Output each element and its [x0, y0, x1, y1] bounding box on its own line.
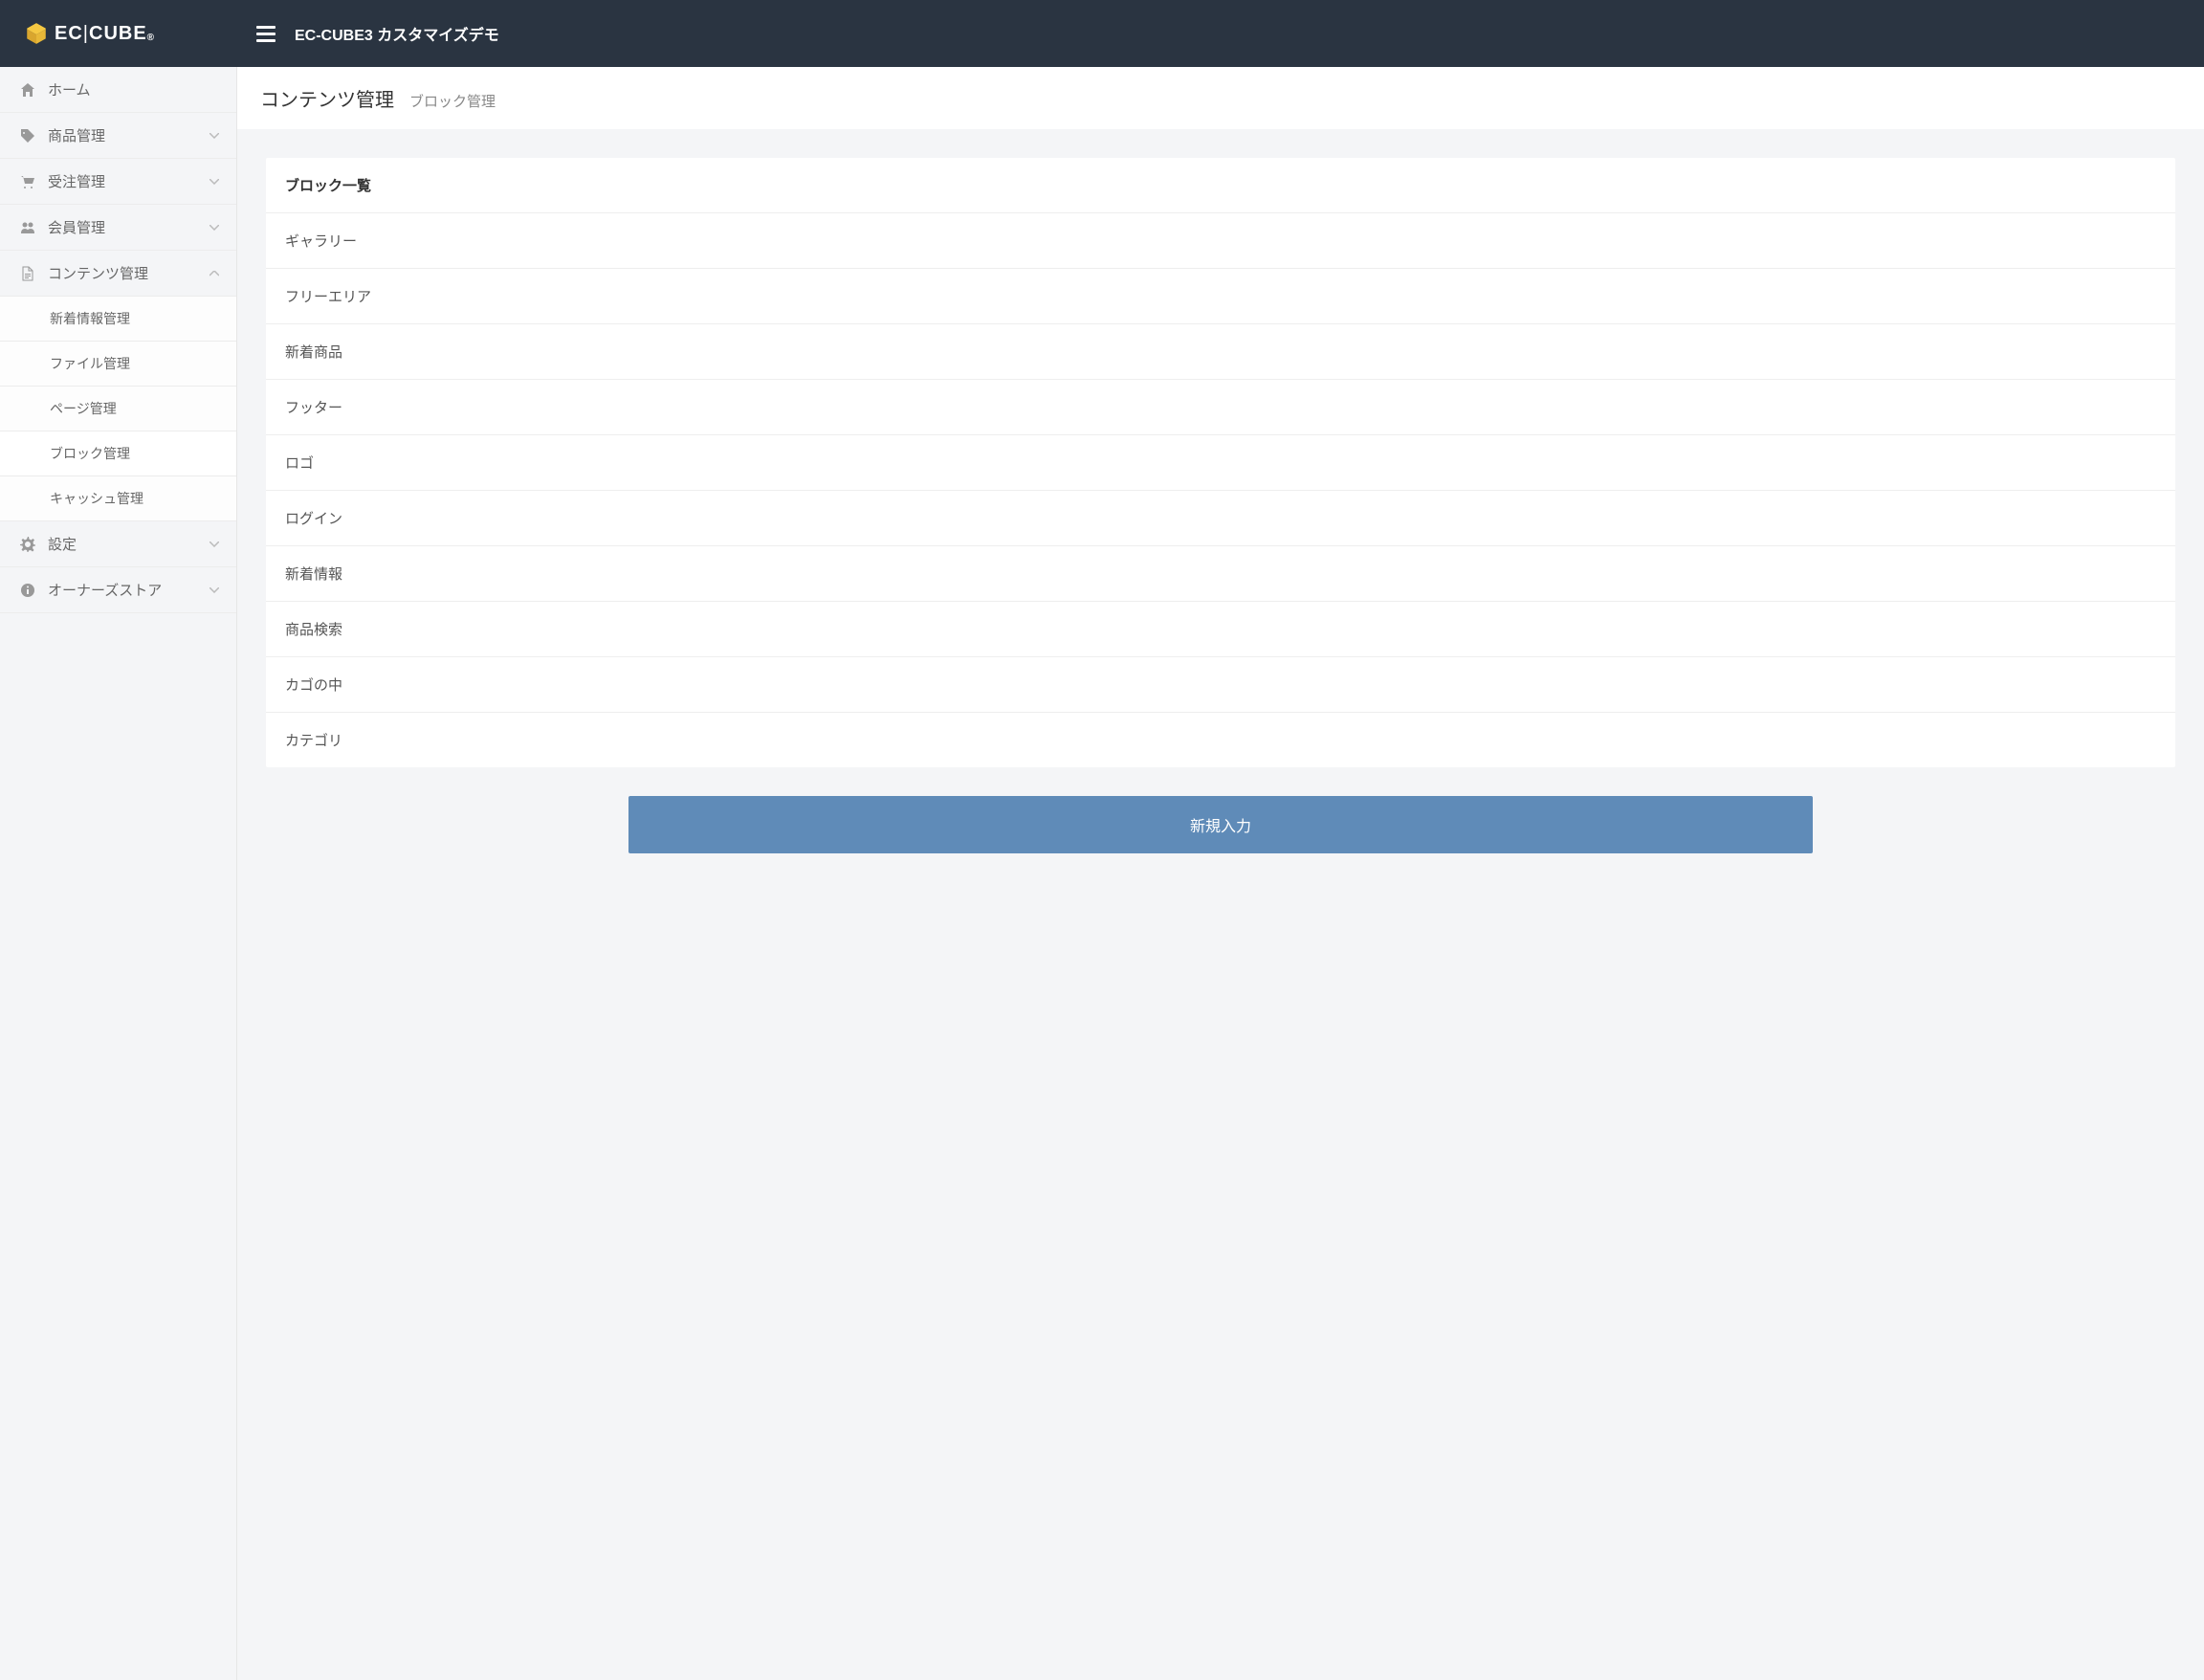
sidebar-item-label: 会員管理	[48, 217, 105, 237]
menu-toggle-icon[interactable]	[256, 26, 276, 42]
page-subtitle: ブロック管理	[409, 91, 496, 111]
sidebar-item-settings[interactable]: 設定	[0, 521, 236, 567]
chevron-down-icon	[209, 133, 219, 139]
cube-icon	[24, 21, 49, 46]
list-item[interactable]: フッター	[266, 380, 2175, 435]
main: コンテンツ管理 ブロック管理 ブロック一覧 ギャラリー フリーエリア 新着商品 …	[237, 67, 2204, 882]
sidebar-subitem-pages[interactable]: ページ管理	[0, 387, 236, 431]
sidebar: ホーム 商品管理 受注管理 会員管理 コンテンツ管理	[0, 67, 237, 1680]
sidebar-item-label: オーナーズストア	[48, 580, 162, 600]
gear-icon	[17, 537, 38, 552]
sidebar-item-label: 商品管理	[48, 125, 105, 145]
logo-section: EC|CUBE®	[0, 0, 237, 67]
sidebar-subitem-blocks[interactable]: ブロック管理	[0, 431, 236, 476]
file-icon	[17, 266, 38, 281]
sidebar-subitem-label: ページ管理	[50, 401, 117, 416]
sidebar-item-label: 設定	[48, 534, 77, 554]
list-item[interactable]: フリーエリア	[266, 269, 2175, 324]
sidebar-item-contents[interactable]: コンテンツ管理	[0, 251, 236, 297]
list-item[interactable]: ギャラリー	[266, 213, 2175, 269]
tag-icon	[17, 128, 38, 144]
chevron-down-icon	[209, 225, 219, 231]
sidebar-item-home[interactable]: ホーム	[0, 67, 236, 113]
logo[interactable]: EC|CUBE®	[24, 21, 155, 46]
header-title: EC-CUBE3 カスタマイズデモ	[295, 22, 499, 45]
new-button[interactable]: 新規入力	[628, 796, 1813, 853]
chevron-down-icon	[209, 542, 219, 547]
sidebar-item-owners-store[interactable]: オーナーズストア	[0, 567, 236, 613]
list-item[interactable]: ロゴ	[266, 435, 2175, 491]
header-right: EC-CUBE3 カスタマイズデモ	[237, 22, 499, 45]
content: ブロック一覧 ギャラリー フリーエリア 新着商品 フッター ロゴ ログイン 新着…	[237, 129, 2204, 882]
button-row: 新規入力	[266, 767, 2175, 853]
header: EC|CUBE® EC-CUBE3 カスタマイズデモ	[0, 0, 2204, 67]
sidebar-subitem-label: キャッシュ管理	[50, 491, 143, 506]
sidebar-item-orders[interactable]: 受注管理	[0, 159, 236, 205]
sidebar-item-label: 受注管理	[48, 171, 105, 191]
logo-text: EC|CUBE®	[55, 23, 155, 45]
sidebar-subitem-files[interactable]: ファイル管理	[0, 342, 236, 387]
list-item[interactable]: 商品検索	[266, 602, 2175, 657]
list-item[interactable]: 新着商品	[266, 324, 2175, 380]
list-item[interactable]: カテゴリ	[266, 713, 2175, 767]
chevron-down-icon	[209, 179, 219, 185]
list-item[interactable]: 新着情報	[266, 546, 2175, 602]
sidebar-subitem-label: ブロック管理	[50, 446, 130, 461]
sidebar-item-label: コンテンツ管理	[48, 263, 148, 283]
info-icon	[17, 583, 38, 598]
sidebar-subitem-label: 新着情報管理	[50, 311, 130, 326]
list-item[interactable]: ログイン	[266, 491, 2175, 546]
sidebar-subitem-news[interactable]: 新着情報管理	[0, 297, 236, 342]
chevron-down-icon	[209, 587, 219, 593]
sidebar-item-label: ホーム	[48, 79, 91, 99]
sidebar-item-products[interactable]: 商品管理	[0, 113, 236, 159]
panel-heading: ブロック一覧	[266, 158, 2175, 213]
page-title: コンテンツ管理	[260, 84, 394, 112]
users-icon	[17, 220, 38, 235]
list-item[interactable]: カゴの中	[266, 657, 2175, 713]
sidebar-subitem-cache[interactable]: キャッシュ管理	[0, 476, 236, 521]
sidebar-item-members[interactable]: 会員管理	[0, 205, 236, 251]
page-header: コンテンツ管理 ブロック管理	[237, 67, 2204, 129]
chevron-up-icon	[209, 271, 219, 276]
cart-icon	[17, 174, 38, 189]
sidebar-subitem-label: ファイル管理	[50, 356, 130, 371]
home-icon	[17, 82, 38, 98]
block-list-panel: ブロック一覧 ギャラリー フリーエリア 新着商品 フッター ロゴ ログイン 新着…	[266, 158, 2175, 767]
